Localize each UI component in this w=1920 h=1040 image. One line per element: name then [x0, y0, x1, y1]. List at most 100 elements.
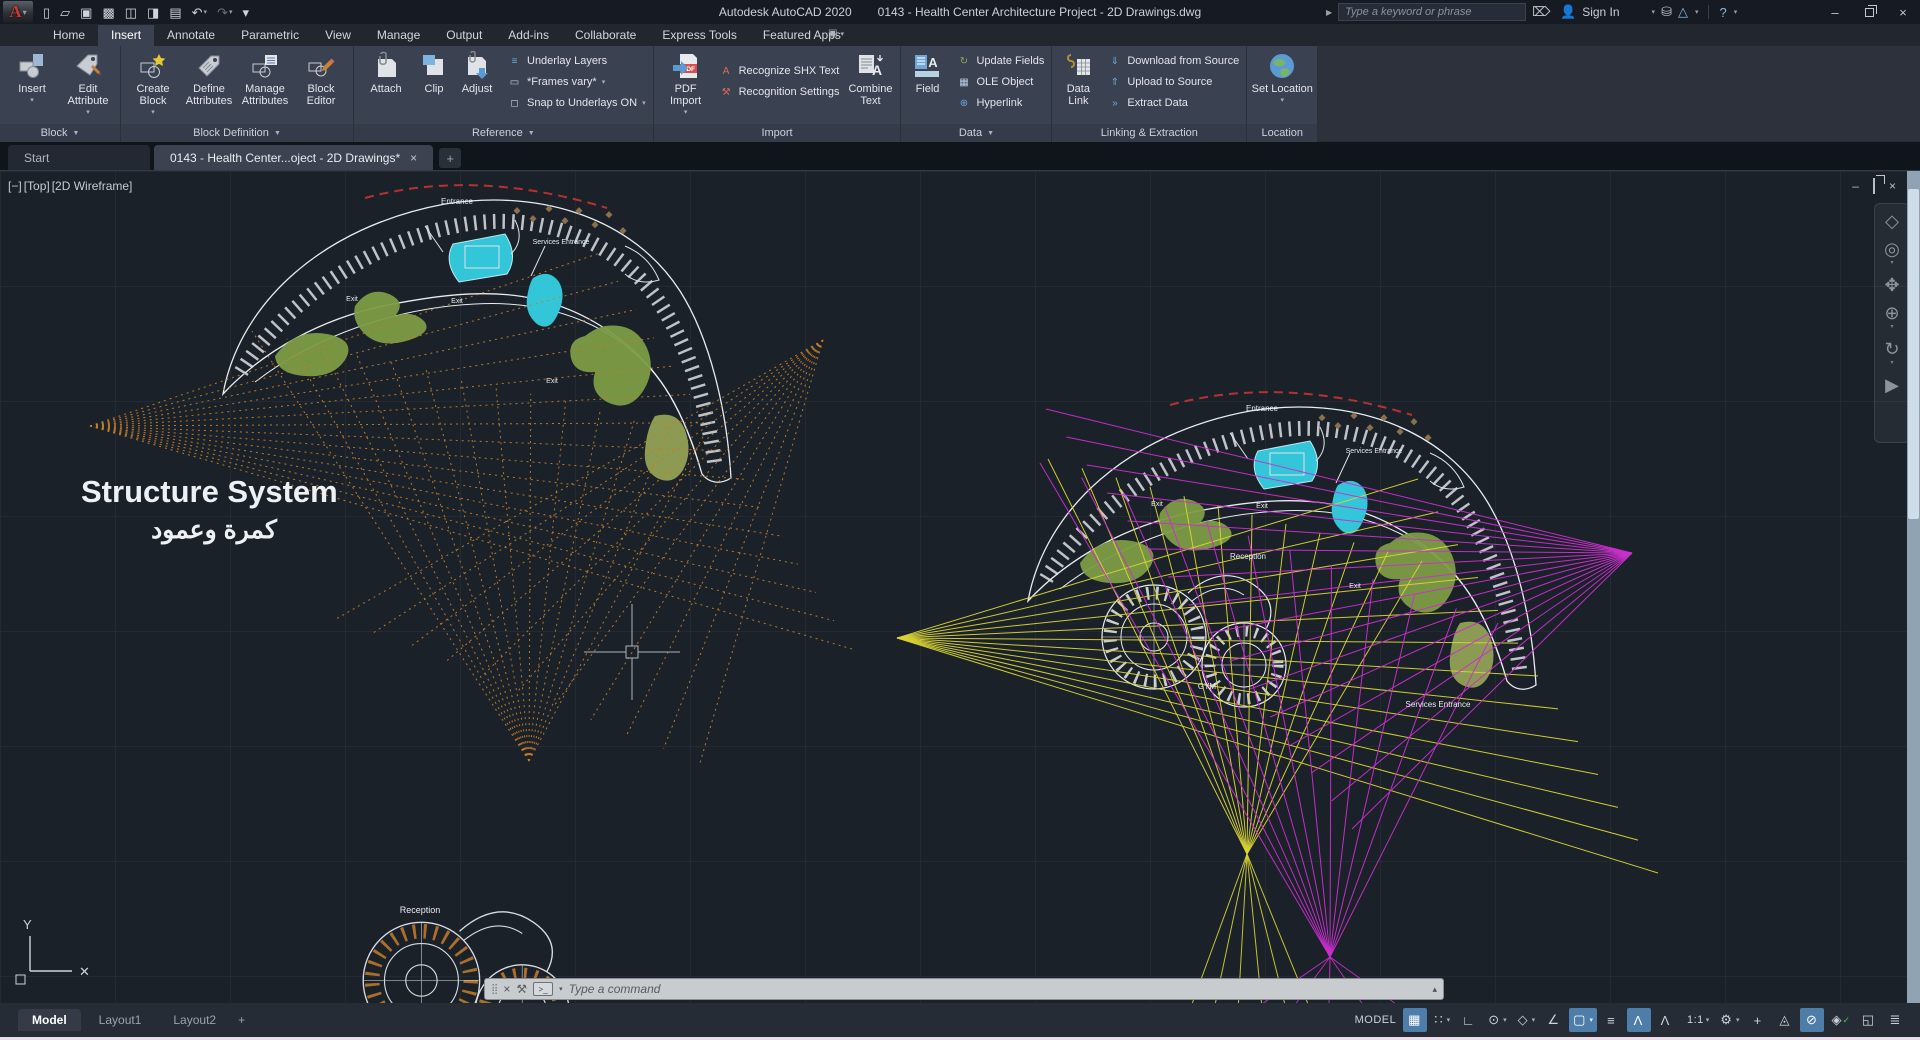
file-tab-close-icon[interactable]: × [410, 151, 417, 165]
command-history-arrow-icon[interactable]: ▴ [1432, 984, 1437, 995]
viewcube-tool-icon[interactable]: ◇ ▾ [1885, 212, 1899, 230]
qat-open-file-icon[interactable]: ▱ ▾ [57, 2, 73, 22]
zoom-tool-icon[interactable]: ⊕ ▾ [1884, 304, 1899, 330]
snap-mode-toggle[interactable]: ∷ ✓ ▾ [1430, 1008, 1454, 1032]
data-panel-footer[interactable]: Data ▼ [901, 124, 1052, 142]
qat-customize-icon[interactable]: ▾ ▾ [239, 2, 252, 22]
command-line-icon[interactable]: >_ [533, 982, 554, 996]
clean-screen-toggle[interactable]: ◱ ✓ ▾ [1857, 1008, 1881, 1032]
ribbon-tab[interactable]: Parametric [228, 25, 312, 46]
clip-button[interactable]: Clip [414, 48, 454, 95]
annotation-visibility-toggle[interactable]: Λ ✓ ▾ [1626, 1008, 1651, 1032]
model-space-indicator[interactable]: MODEL ✓ ▾ [1349, 1008, 1401, 1032]
annotation-monitor[interactable]: + ✓ ▾ [1746, 1008, 1770, 1032]
navigation-wheel-icon[interactable]: ◎ ▾ [1884, 240, 1900, 266]
update-fields-button[interactable]: ↻ Update Fields [953, 52, 1047, 70]
attach-button[interactable]: Attach [358, 48, 414, 95]
edit-attribute-button[interactable]: Edit Attribute ▾ [60, 48, 116, 116]
customize-status-bar[interactable]: ≣ ✓ ▾ [1884, 1008, 1908, 1032]
graphics-performance[interactable]: ◈ ✓ ▾ [1827, 1008, 1854, 1032]
manage-attributes-button[interactable]: Manage Attributes [237, 48, 293, 107]
search-scope-arrow-icon[interactable]: ▶ [1326, 8, 1332, 17]
ribbon-tab[interactable]: Home [40, 25, 98, 46]
qat-undo-icon[interactable]: ↶ ▾ [189, 2, 210, 22]
download-from-source-button[interactable]: ⇓ Download from Source [1104, 52, 1242, 70]
create-block-button[interactable]: Create Block ▾ [125, 48, 181, 116]
close-button[interactable]: × [1886, 0, 1920, 24]
hyperlink-button[interactable]: ⊕ Hyperlink [953, 94, 1047, 112]
upload-to-source-button[interactable]: ⇑ Upload to Source [1104, 73, 1242, 91]
isolate-objects-toggle[interactable]: ⊘ ✓ ▾ [1800, 1008, 1825, 1032]
help-icon[interactable]: ? [1719, 5, 1726, 20]
viewport-visual-style-control[interactable]: [2D Wireframe] [52, 179, 133, 193]
set-location-button[interactable]: Set Location ▾ [1251, 48, 1313, 104]
minimize-button[interactable]: – [1818, 0, 1852, 24]
ribbon-tab[interactable]: Annotate [154, 25, 228, 46]
drawing-minimize-button[interactable]: – [1852, 179, 1859, 193]
adjust-button[interactable]: Adjust [454, 48, 500, 95]
sign-in-button[interactable]: Sign In [1582, 5, 1619, 19]
insert-block-button[interactable]: Insert ▾ [4, 48, 60, 104]
snap-to-underlays-dropdown[interactable]: ◻ Snap to Underlays ON ▾ [504, 94, 649, 112]
block-panel-footer[interactable]: Block ▼ [0, 124, 120, 142]
layout-tab[interactable]: Layout1 [84, 1009, 156, 1031]
ole-object-button[interactable]: ▦ OLE Object [953, 73, 1047, 91]
reference-panel-footer[interactable]: Reference ▼ [354, 124, 653, 142]
ribbon-tab[interactable]: Collaborate [562, 25, 649, 46]
qat-save-icon[interactable]: ▣ ▾ [77, 2, 95, 22]
field-button[interactable]: A Field [905, 48, 949, 95]
new-drawing-tab-button[interactable]: + [439, 148, 462, 168]
define-attributes-button[interactable]: Define Attributes [181, 48, 237, 107]
object-snap-toggle[interactable]: ▢ ✓ ▾ [1569, 1008, 1597, 1032]
annotation-scale-control[interactable]: 1:1 ✓ ▾ [1681, 1008, 1713, 1032]
combine-text-button[interactable]: A Combine Text [844, 48, 896, 107]
viewport-view-control[interactable]: [Top] [24, 179, 50, 193]
autoscale-toggle[interactable]: Λ ✓ ▾ [1654, 1008, 1678, 1032]
qat-redo-icon[interactable]: ↷ ▾ [214, 2, 235, 22]
vertical-scrollbar[interactable] [1907, 171, 1920, 1004]
qat-save-as-icon[interactable]: ▩ ▾ [99, 2, 117, 22]
file-tab-document[interactable]: 0143 - Health Center...oject - 2D Drawin… [154, 145, 434, 170]
layout-tab[interactable]: Model [18, 1009, 81, 1031]
layout-tab[interactable]: Layout2 [159, 1009, 231, 1031]
command-bar-customize-icon[interactable]: ⚒ [516, 982, 527, 996]
autocad-app-button[interactable]: A ▾ [3, 1, 33, 23]
selection-filtering[interactable]: ◬ ✓ ▾ [1773, 1008, 1797, 1032]
ribbon-tab[interactable]: Add-ins [495, 25, 562, 46]
recognize-shx-text-button[interactable]: A Recognize SHX Text [716, 62, 843, 80]
grid-display-toggle[interactable]: ▦ ✓ ▾ [1403, 1008, 1428, 1032]
drawing-close-button[interactable]: × [1889, 179, 1896, 193]
ribbon-tab[interactable]: Manage [364, 25, 433, 46]
ribbon-tab[interactable]: Express Tools [649, 25, 749, 46]
a360-caret-icon[interactable]: ▾ [1695, 8, 1699, 16]
ribbon-tab[interactable]: Output [433, 25, 495, 46]
block-definition-panel-footer[interactable]: Block Definition ▼ [121, 124, 353, 142]
pdf-import-button[interactable]: PDF PDF Import ▾ [658, 48, 714, 116]
qat-open-web-mobile-icon[interactable]: ◫ ▾ [122, 2, 140, 22]
app-store-cart-icon[interactable]: ⛁ [1661, 4, 1672, 20]
sign-in-caret-icon[interactable]: ▾ [1652, 8, 1656, 16]
ribbon-tab[interactable]: Insert [98, 25, 155, 46]
recognition-settings-button[interactable]: ⚒ Recognition Settings [716, 83, 843, 101]
command-recent-caret-icon[interactable]: ▾ [559, 985, 563, 993]
command-bar-close-icon[interactable]: × [503, 982, 510, 996]
file-tab-start[interactable]: Start [8, 145, 150, 170]
pan-tool-icon[interactable]: ✥ ▾ [1884, 276, 1899, 294]
ribbon-display-toggle[interactable]: ▣ ▾ [828, 28, 844, 43]
polar-tracking-toggle[interactable]: ⊙ ✓ ▾ [1484, 1008, 1510, 1032]
viewport-minimize-control[interactable]: [−] [8, 179, 22, 193]
search-input[interactable] [1338, 3, 1527, 21]
underlay-layers-button[interactable]: ≡ Underlay Layers [504, 52, 649, 70]
workspace-switching[interactable]: ⚙ ✓ ▾ [1716, 1008, 1743, 1032]
restore-button[interactable] [1852, 0, 1886, 24]
add-layout-button[interactable]: + [230, 1009, 254, 1031]
extract-data-button[interactable]: » Extract Data [1104, 94, 1242, 112]
qat-plot-icon[interactable]: ▤ ▾ [166, 2, 184, 22]
lineweight-toggle[interactable]: ≡ ✓ ▾ [1600, 1008, 1624, 1032]
help-caret-icon[interactable]: ▾ [1734, 8, 1738, 16]
frames-vary-dropdown[interactable]: ▭ *Frames vary* ▾ [504, 73, 649, 91]
qat-save-web-mobile-icon[interactable]: ◨ ▾ [144, 2, 162, 22]
orbit-tool-icon[interactable]: ↻ ▾ [1884, 340, 1899, 366]
model-space-canvas[interactable]: Structure System كمرة وعمود Entrance Servic… [0, 170, 1920, 1004]
ribbon-tab[interactable]: View [312, 25, 364, 46]
